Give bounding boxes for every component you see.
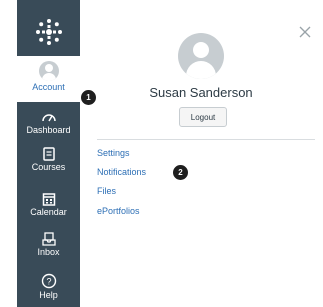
nav-item-dashboard[interactable]: Dashboard [17,110,80,135]
canvas-logo[interactable] [17,10,80,54]
divider [97,139,315,140]
nav-item-label: Dashboard [26,125,71,135]
nav-item-calendar[interactable]: Calendar [17,192,80,217]
callout-badge-2: 2 [173,165,188,180]
inbox-icon [41,232,56,246]
nav-item-courses[interactable]: Courses [17,147,80,172]
calendar-icon [42,193,55,206]
svg-text:?: ? [46,277,51,287]
nav-item-label: Courses [31,162,66,172]
nav-item-label: Help [39,290,58,300]
nav-item-label: Inbox [37,247,60,257]
link-notifications[interactable]: Notifications [97,167,146,177]
help-icon: ? [41,273,56,289]
courses-icon [42,147,55,161]
logout-button[interactable]: Logout [179,107,227,127]
nav-item-help[interactable]: ? Help [17,273,80,300]
nav-item-inbox[interactable]: Inbox [17,232,80,257]
nav-item-label: Account [32,82,65,92]
close-icon[interactable] [298,25,312,39]
nav-item-account[interactable]: Account [17,56,80,102]
user-avatar [178,33,224,79]
account-avatar-icon [38,61,59,81]
user-name: Susan Sanderson [149,85,253,100]
link-eportfolios[interactable]: ePortfolios [97,206,140,216]
callout-badge-1: 1 [81,90,96,105]
dashboard-icon [41,114,56,122]
nav-item-label: Calendar [30,207,67,217]
link-files[interactable]: Files [97,186,116,196]
link-settings[interactable]: Settings [97,148,130,158]
canvas-logo-icon [35,19,62,45]
